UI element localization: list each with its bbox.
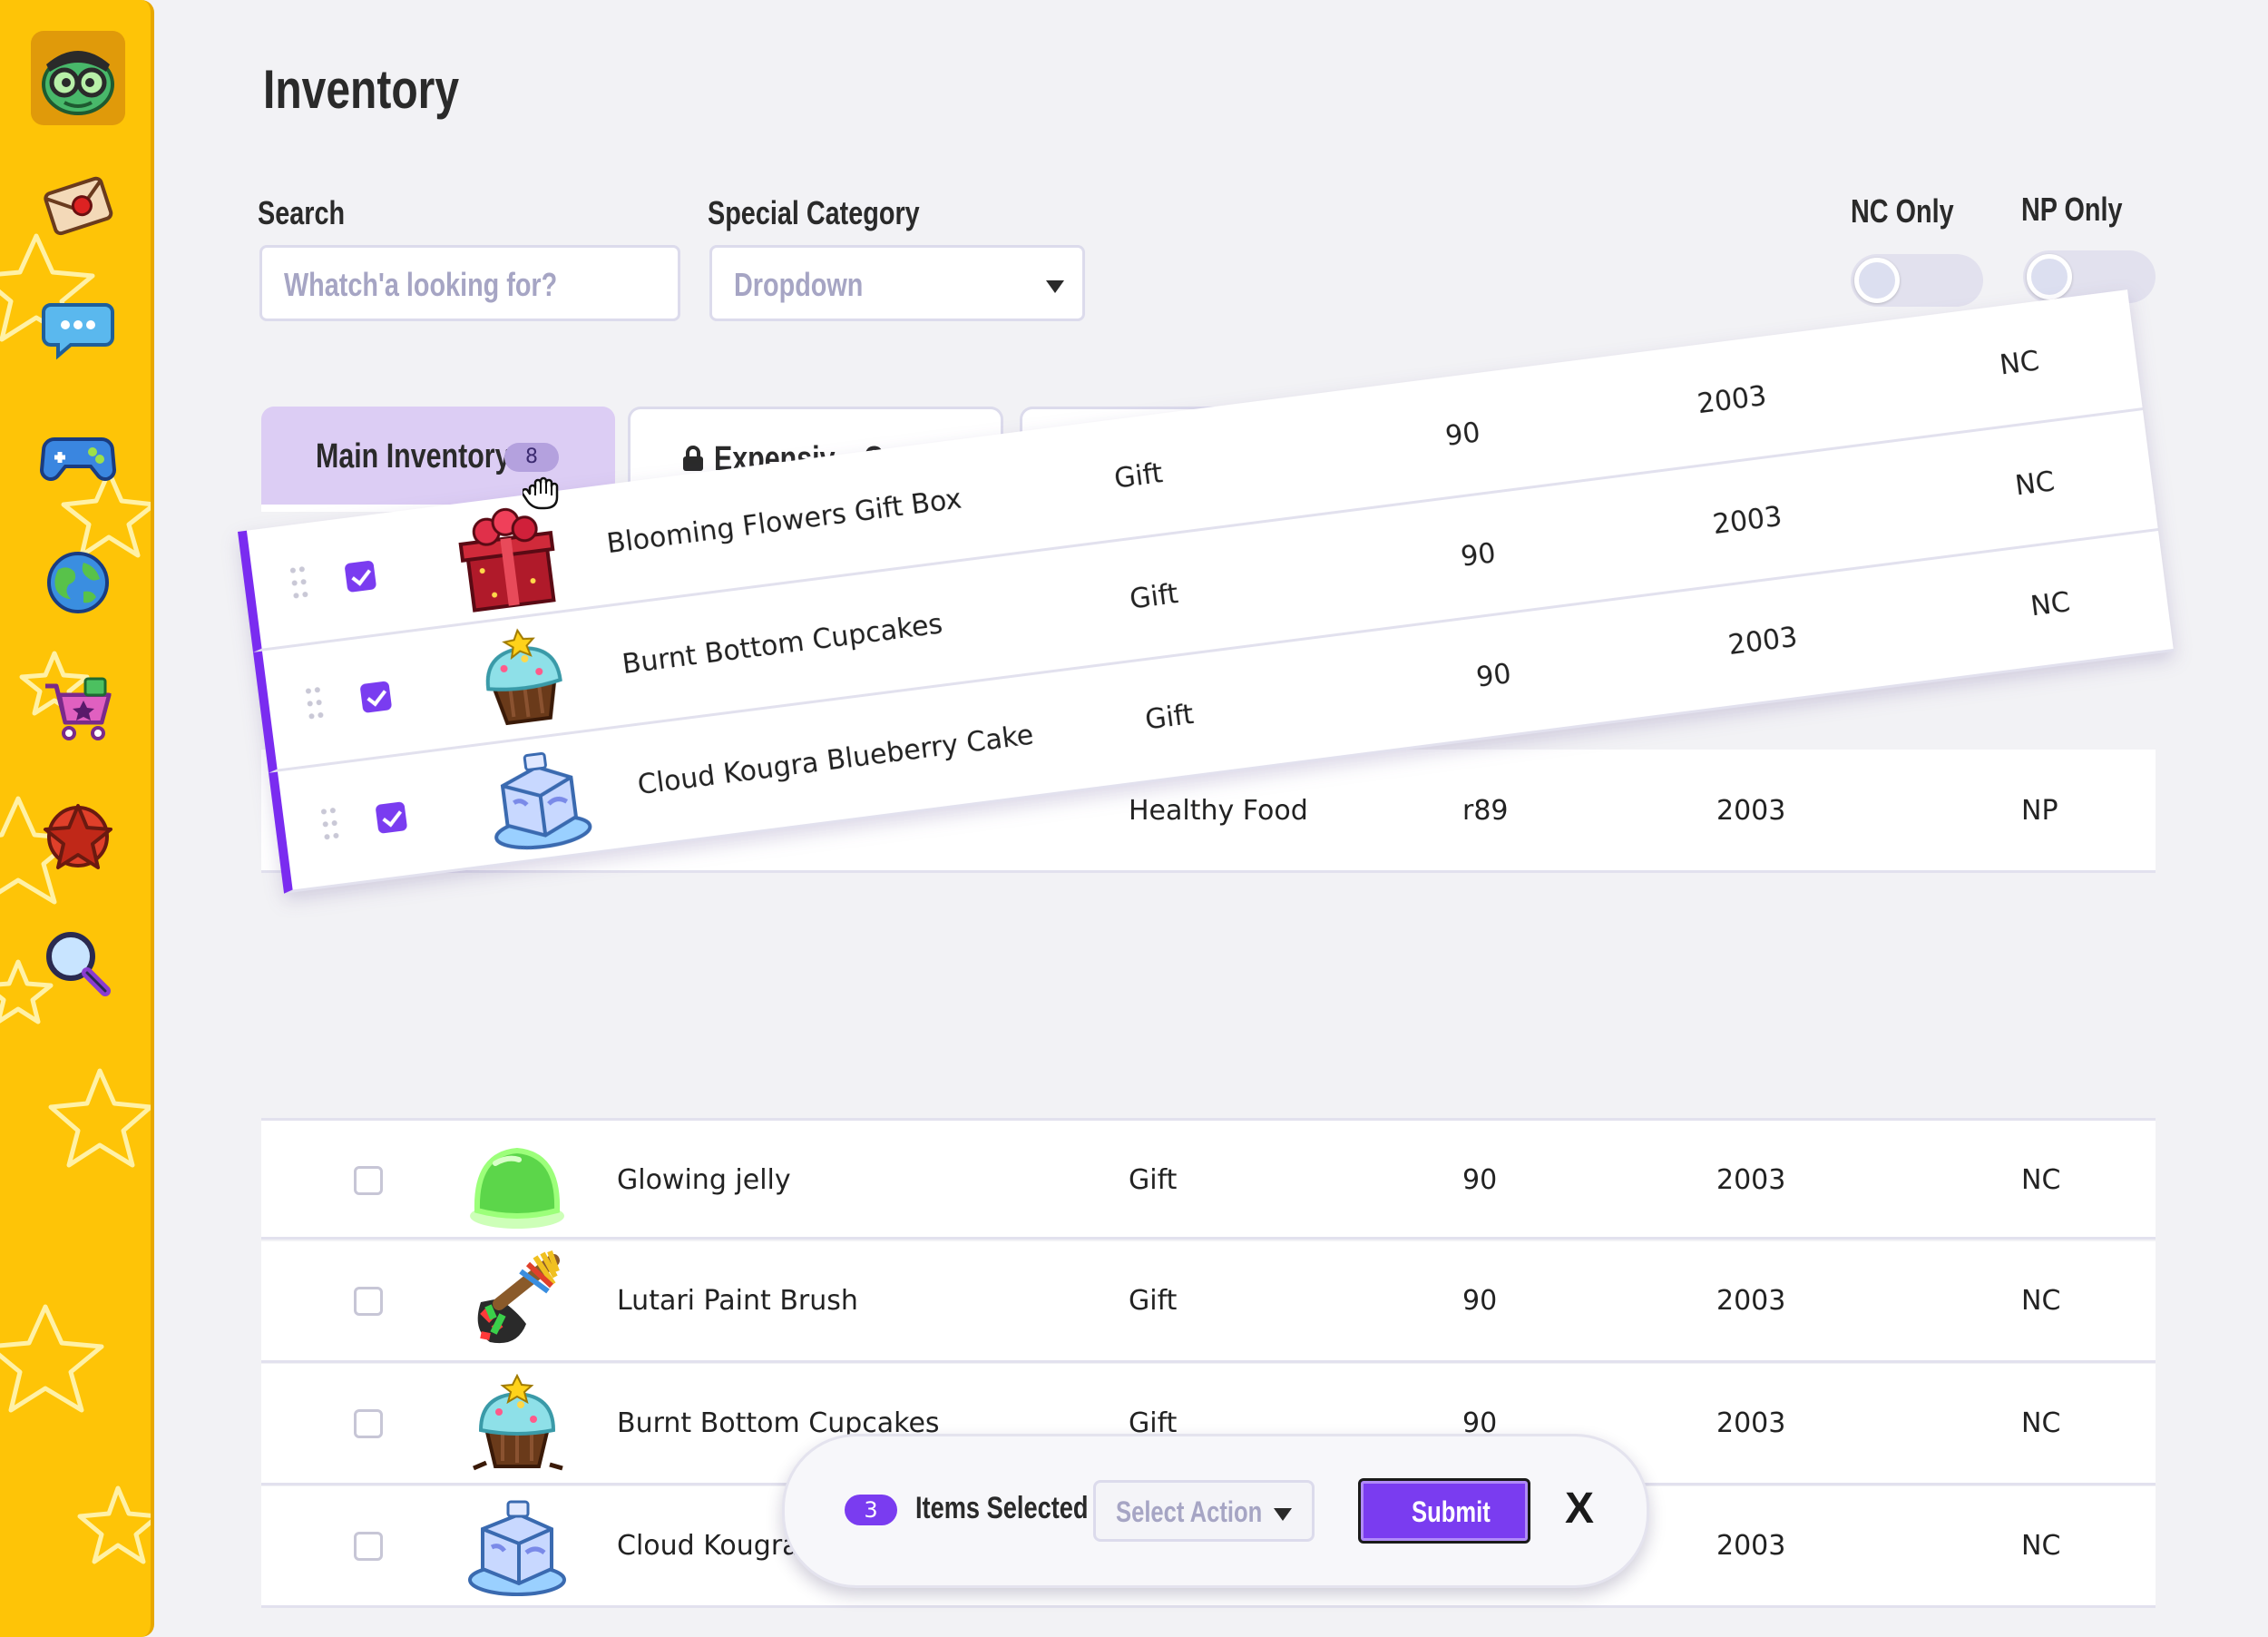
cloud-kougra-cake-image [494, 751, 592, 850]
rarity-cell: 90 [1462, 1285, 1498, 1317]
nc-only-toggle[interactable] [1851, 254, 1983, 307]
row-checkbox[interactable] [354, 1532, 383, 1561]
page-title: Inventory [263, 59, 460, 120]
category-cell: Gift [1143, 698, 1196, 737]
nav-games[interactable] [31, 407, 125, 501]
category-cell: Gift [1128, 577, 1180, 616]
row-checkbox[interactable] [344, 560, 377, 593]
row-checkbox[interactable] [359, 681, 393, 714]
row-checkbox[interactable] [354, 1166, 383, 1195]
search-icon [46, 932, 111, 996]
currency-cell: NC [1998, 345, 2041, 382]
category-cell: Healthy Food [1129, 795, 1308, 827]
grab-cursor-icon [523, 476, 559, 510]
rarity-cell: 90 [1443, 417, 1482, 453]
search-placeholder: Whatch'a looking for? [284, 266, 558, 303]
chevron-down-icon [1046, 280, 1064, 293]
item-name: Cloud Kougra Blueberry Cake [635, 719, 1036, 802]
category-dropdown[interactable]: Dropdown [709, 245, 1085, 321]
nav-chat[interactable] [31, 279, 125, 374]
currency-cell: NC [2021, 1407, 2061, 1439]
category-label: Special Category [708, 194, 920, 231]
nav-mail[interactable] [31, 158, 125, 252]
nav-achievements[interactable] [31, 789, 125, 884]
burnt-bottom-cupcakes-image [485, 628, 562, 726]
burnt-bottom-cupcakes-image [473, 1373, 563, 1471]
year-cell: 2003 [1696, 379, 1769, 421]
currency-cell: NP [2021, 795, 2058, 827]
submit-label: Submit [1412, 1495, 1491, 1528]
avatar-icon [42, 51, 114, 115]
category-value: Dropdown [734, 266, 864, 303]
year-cell: 2003 [1716, 1407, 1786, 1439]
chat-icon [42, 303, 114, 360]
currency-cell: NC [2021, 1530, 2061, 1562]
drag-handle-icon[interactable] [288, 564, 310, 602]
nav-world[interactable] [31, 535, 125, 630]
close-button[interactable]: X [1565, 1484, 1594, 1534]
bulk-action-bar: 3 Items Selected Select Action Submit X [782, 1434, 1649, 1588]
submit-button[interactable]: Submit [1358, 1478, 1530, 1544]
year-cell: 2003 [1726, 621, 1800, 662]
row-checkbox[interactable] [375, 801, 408, 834]
year-cell: 2003 [1716, 1164, 1786, 1196]
year-cell: 2003 [1716, 795, 1786, 827]
rarity-cell: 90 [1459, 537, 1498, 573]
star-badge-icon [44, 804, 112, 869]
search-input[interactable]: Whatch'a looking for? [259, 245, 680, 321]
drag-handle-icon[interactable] [318, 805, 341, 843]
gift-box-image [458, 507, 556, 613]
globe-icon [47, 552, 109, 613]
table-row[interactable]: Lutari Paint Brush Gift 90 2003 NC [261, 1241, 2156, 1363]
drag-handle-icon[interactable] [303, 684, 326, 722]
tab-label: Main Inventory [316, 437, 511, 475]
rarity-cell: r89 [1462, 795, 1509, 827]
sidebar [0, 0, 154, 1637]
toggle-knob [1854, 258, 1900, 303]
row-checkbox[interactable] [354, 1409, 383, 1438]
gamepad-icon [40, 437, 116, 481]
currency-cell: NC [2021, 1285, 2061, 1317]
nav-shop[interactable] [31, 662, 125, 757]
np-only-label: NP Only [2021, 191, 2123, 228]
currency-cell: NC [2021, 1164, 2061, 1196]
lutari-paint-brush-image [477, 1250, 560, 1344]
category-cell: Gift [1129, 1164, 1178, 1196]
selected-label: Items Selected [915, 1491, 1089, 1525]
selected-count-badge: 3 [845, 1495, 897, 1525]
year-cell: 2003 [1711, 500, 1784, 542]
item-name: Blooming Flowers Gift Box [604, 483, 964, 561]
select-action-placeholder: Select Action [1116, 1495, 1263, 1528]
nc-only-label: NC Only [1851, 192, 1954, 230]
cloud-kougra-cake-image [468, 1500, 566, 1596]
year-cell: 2003 [1716, 1530, 1786, 1562]
glowing-jelly-image [470, 1147, 564, 1229]
rarity-cell: 90 [1462, 1164, 1498, 1196]
year-cell: 2003 [1716, 1285, 1786, 1317]
nav-avatar[interactable] [31, 31, 125, 125]
tab-count-badge: 8 [504, 443, 559, 472]
currency-cell: NC [2013, 466, 2057, 503]
shopping-cart-icon [45, 677, 112, 740]
toggle-knob [2027, 254, 2072, 299]
table-row[interactable]: Glowing jelly Gift 90 2003 NC [261, 1118, 2156, 1240]
lock-icon [683, 446, 703, 471]
rarity-cell: 90 [1474, 658, 1513, 694]
search-label: Search [258, 194, 346, 231]
item-name: Burnt Bottom Cupcakes [620, 608, 944, 681]
mail-icon [44, 176, 113, 236]
chevron-down-icon [1274, 1508, 1292, 1521]
category-cell: Gift [1112, 457, 1165, 495]
row-checkbox[interactable] [354, 1287, 383, 1316]
nav-search[interactable] [31, 917, 125, 1011]
select-action-dropdown[interactable]: Select Action [1093, 1480, 1315, 1542]
item-name: Lutari Paint Brush [617, 1285, 858, 1317]
item-name: Glowing jelly [617, 1164, 791, 1196]
currency-cell: NC [2028, 586, 2072, 623]
category-cell: Gift [1129, 1285, 1178, 1317]
